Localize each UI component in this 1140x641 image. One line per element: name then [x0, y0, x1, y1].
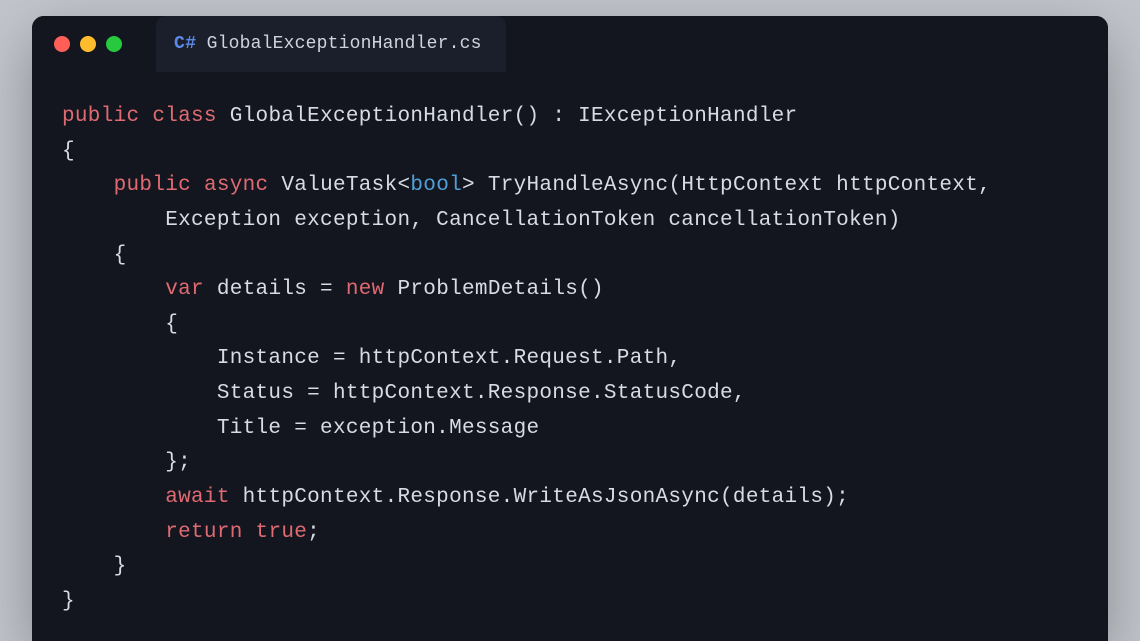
language-badge-icon: C# — [174, 34, 197, 54]
tab-filename: GlobalExceptionHandler.cs — [207, 34, 482, 54]
code-line: await httpContext.Response.WriteAsJsonAs… — [62, 486, 849, 509]
code-line: var details = new ProblemDetails() — [62, 278, 604, 301]
close-icon[interactable] — [54, 36, 70, 52]
code-line: } — [62, 555, 127, 578]
code-line: Exception exception, CancellationToken c… — [62, 209, 901, 232]
code-line: Title = exception.Message — [62, 417, 539, 440]
code-line: { — [62, 140, 75, 163]
code-line: }; — [62, 451, 191, 474]
traffic-lights — [54, 36, 122, 52]
code-line: Status = httpContext.Response.StatusCode… — [62, 382, 746, 405]
code-line: { — [62, 244, 127, 267]
code-editor[interactable]: public class GlobalExceptionHandler() : … — [32, 72, 1108, 641]
file-tab[interactable]: C# GlobalExceptionHandler.cs — [156, 16, 506, 72]
code-line: { — [62, 313, 178, 336]
code-line: public async ValueTask<bool> TryHandleAs… — [62, 174, 991, 197]
code-line: public class GlobalExceptionHandler() : … — [62, 105, 797, 128]
code-line: Instance = httpContext.Request.Path, — [62, 347, 681, 370]
editor-window: C# GlobalExceptionHandler.cs public clas… — [32, 16, 1108, 641]
titlebar: C# GlobalExceptionHandler.cs — [32, 16, 1108, 72]
minimize-icon[interactable] — [80, 36, 96, 52]
code-line: return true; — [62, 521, 320, 544]
zoom-icon[interactable] — [106, 36, 122, 52]
code-line: } — [62, 590, 75, 613]
